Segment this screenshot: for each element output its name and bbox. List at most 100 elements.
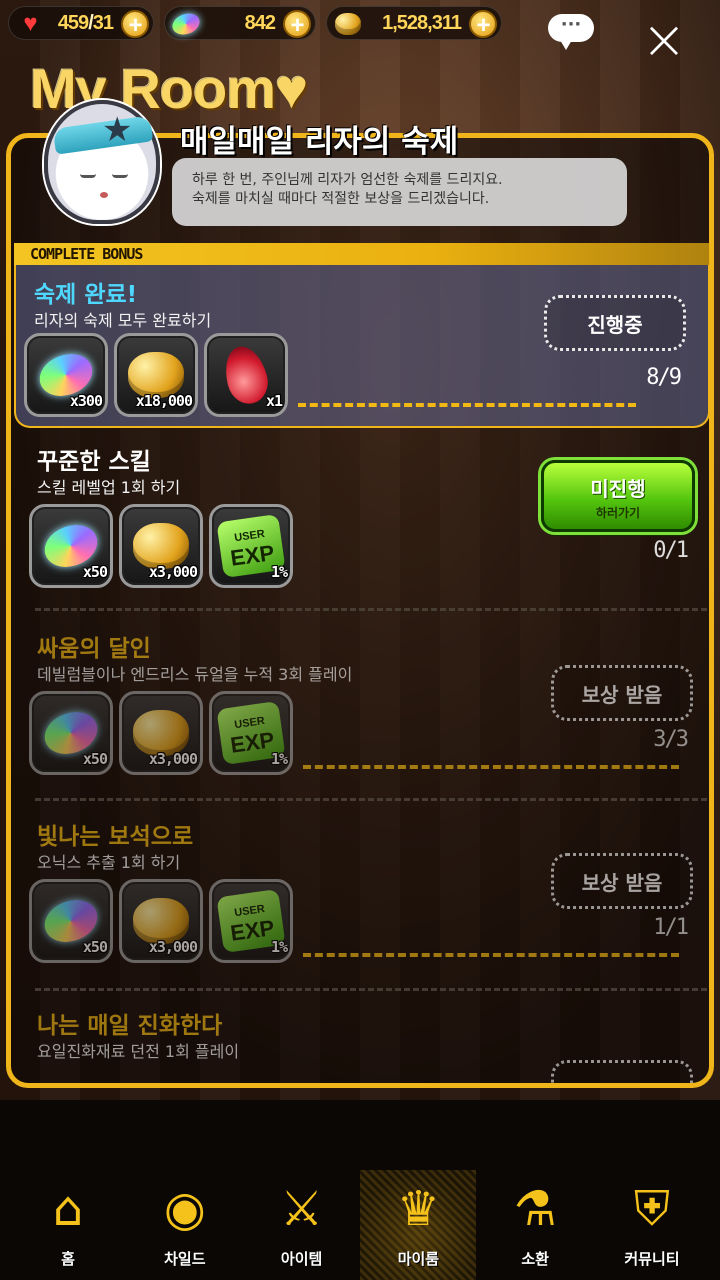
reward-qty: x3,000 [148,563,198,581]
reward-gem: x50 [29,691,113,775]
reward-qty: x18,000 [135,392,193,410]
bottom-nav: ⌂ 홈 ◉ 차일드 ⚔ 아이템 ♛ 마이룸 ⚗ 소환 ⛨ 커뮤니티 [0,1170,720,1280]
nav-label: 홈 [61,1250,75,1268]
reward-qty: x50 [82,750,108,768]
quest-name: 나는 매일 진화한다 [37,1013,223,1039]
reward-qty: x1 [265,392,283,410]
quest-progress: 1/1 [653,915,689,940]
nav-label: 커뮤니티 [624,1250,680,1268]
quest-name: 싸움의 달인 [37,636,151,662]
go-do-quest-button[interactable]: 미진행 하러가기 [541,460,695,532]
reward-qty: x50 [82,563,108,581]
quest-name: 꾸준한 스킬 [37,449,151,475]
reward-gold: x3,000 [119,504,203,588]
quest-progress: 0/1 [653,538,689,563]
status-bar: ♥ 459 / 31 + 842 + 1,528,311 + ··· [8,6,712,50]
reward-exp: USER EXP 1% [209,879,293,963]
reward-list: x50 x3,000 USER EXP 1% [29,504,293,588]
quest-description: 스킬 레벨업 1회 하기 [37,478,181,497]
heart-icon: ♥ [23,10,37,37]
potion-heart-icon: ⚗ [513,1181,557,1237]
gems-value: 842 [244,11,276,34]
quest-name: 숙제 완료! [34,282,138,308]
nav-label: 아이템 [280,1250,323,1268]
progress-dash [303,765,679,769]
chat-bubble-icon[interactable]: ··· [548,14,594,50]
go-button-sublabel: 하러가기 [595,506,641,520]
complete-bonus-card: 숙제 완료! 리자의 숙제 모두 완료하기 x300 x18,000 x1 진행… [14,265,710,428]
home-arch-icon: ⌂ [52,1181,84,1237]
liza-avatar: ★ [44,100,160,224]
exp-icon-bottom: EXP [228,914,276,946]
quest-name: 빛나는 보석으로 [37,824,194,850]
reward-qty: x300 [69,392,103,410]
close-icon[interactable]: × [638,13,690,68]
speech-line-1: 하루 한 번, 주인님께 리자가 엄선한 숙제를 드리지요. [192,172,503,188]
nav-myroom[interactable]: ♛ 마이룸 [360,1170,477,1280]
add-hearts-button[interactable]: + [121,10,149,39]
nav-home[interactable]: ⌂ 홈 [10,1170,126,1280]
add-gold-button[interactable]: + [469,10,497,39]
quest-progress: 3/3 [653,727,689,752]
progress-dash [298,403,636,407]
reward-gold: x3,000 [119,879,203,963]
hearts-current: 459 [57,11,89,34]
quest-progress: 8/9 [646,365,682,390]
exp-icon-bottom: EXP [228,539,276,571]
exp-icon-bottom: EXP [228,726,276,758]
nav-label: 마이룸 [397,1250,440,1268]
in-progress-button[interactable]: 진행중 [544,295,686,351]
gems-counter: 842 + [164,6,316,40]
nav-community[interactable]: ⛨ 커뮤니티 [594,1170,710,1280]
reward-claimed-button[interactable] [551,1060,693,1083]
star-icon: ★ [102,110,133,150]
nav-item[interactable]: ⚔ 아이템 [244,1170,360,1280]
complete-bonus-label: COMPLETE BONUS [14,243,710,265]
gem-icon [169,9,203,39]
crown-laurel-icon: ♛ [396,1181,440,1237]
reward-claimed-button[interactable]: 보상 받음 [551,853,693,909]
reward-qty: 1% [270,563,288,581]
reward-gold: x18,000 [114,333,198,417]
gold-counter: 1,528,311 + [326,6,502,40]
reward-qty: x3,000 [148,750,198,768]
quest-board-title: 매일매일 리자의 숙제 [180,124,459,160]
gold-coin-icon [333,10,363,38]
quest-description: 리자의 숙제 모두 완료하기 [34,311,212,330]
eye-left [80,174,96,178]
reward-qty: 1% [270,750,288,768]
reward-list: x300 x18,000 x1 [24,333,288,417]
ruby-icon [219,341,273,409]
hearts-max: 31 [92,11,114,34]
reward-qty: 1% [270,938,288,956]
quest-card: 나는 매일 진화한다 요일진화재료 던전 1회 플레이 [19,1000,709,1083]
add-gems-button[interactable]: + [283,10,311,39]
quest-description: 요일진화재료 던전 1회 플레이 [37,1042,240,1061]
hearts-counter: ♥ 459 / 31 + [8,6,154,40]
speech-line-2: 숙제를 마치실 때마다 적절한 보상을 드리겠습니다. [192,191,490,207]
reward-claimed-button[interactable]: 보상 받음 [551,665,693,721]
quest-card: 빛나는 보석으로 오닉스 추출 1회 하기 x50 x3,000 USER EX… [19,811,709,991]
reward-qty: x50 [82,938,108,956]
go-button-label: 미진행 [590,477,646,501]
progress-dash [303,953,679,957]
reward-ruby: x1 [204,333,288,417]
reward-gem: x50 [29,504,113,588]
flame-eye-icon: ◉ [163,1181,206,1237]
speech-bubble: 하루 한 번, 주인님께 리자가 엄선한 숙제를 드리지요. 숙제를 마치실 때… [172,158,627,226]
reward-list: x50 x3,000 USER EXP 1% [29,691,293,775]
eye-right [112,174,128,178]
reward-list: x50 x3,000 USER EXP 1% [29,879,293,963]
reward-gem: x50 [29,879,113,963]
quest-card: 꾸준한 스킬 스킬 레벨업 1회 하기 x50 x3,000 USER EXP … [19,436,709,616]
nav-summon[interactable]: ⚗ 소환 [477,1170,593,1280]
quest-card: 싸움의 달인 데빌럼블이나 엔드리스 듀얼을 누적 3회 플레이 x50 x3,… [19,623,709,803]
checkered-shield-icon: ⛨ [633,1181,670,1237]
nav-child[interactable]: ◉ 차일드 [127,1170,243,1280]
quest-description: 오닉스 추출 1회 하기 [37,853,181,872]
quest-description: 데빌럼블이나 엔드리스 듀얼을 누적 3회 플레이 [37,665,353,684]
nav-label: 차일드 [164,1250,206,1268]
reward-gold: x3,000 [119,691,203,775]
mouth [100,192,108,198]
reward-gem: x300 [24,333,108,417]
